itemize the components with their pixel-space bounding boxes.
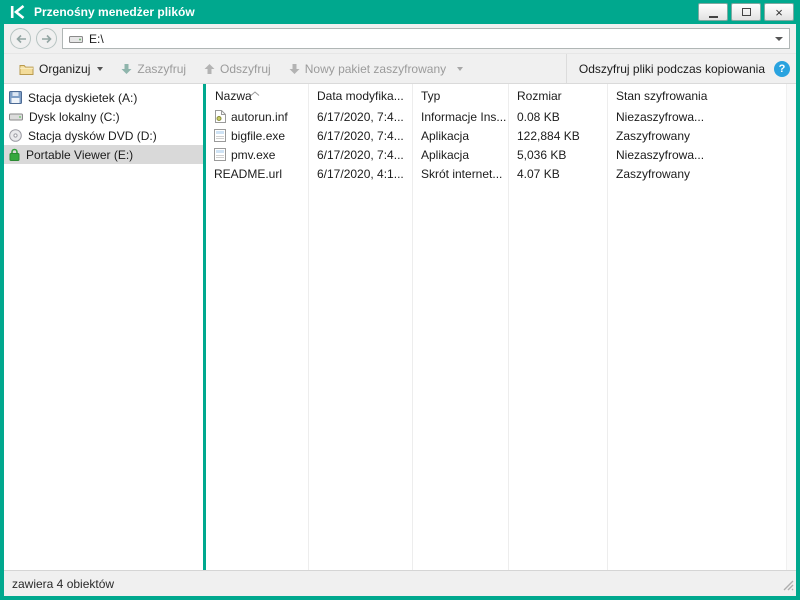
file-encryption-status: Zaszyfrowany bbox=[607, 167, 796, 181]
table-row[interactable]: pmv.exe 6/17/2020, 7:4... Aplikacja 5,03… bbox=[206, 145, 796, 164]
sidebar-item-label: Dysk lokalny (C:) bbox=[29, 110, 120, 124]
arrow-left-icon bbox=[15, 34, 27, 44]
package-arrow-down-icon bbox=[289, 63, 300, 75]
file-modified: 6/17/2020, 7:4... bbox=[308, 110, 412, 124]
exe-file-icon bbox=[214, 129, 226, 142]
encrypt-arrow-down-icon bbox=[121, 63, 132, 75]
file-name: pmv.exe bbox=[231, 148, 275, 162]
file-list-panel: Nazwa Data modyfika... Typ Rozmiar Stan … bbox=[206, 84, 796, 570]
sidebar-item-portable-viewer-e[interactable]: Portable Viewer (E:) bbox=[4, 145, 203, 164]
sidebar-item-label: Portable Viewer (E:) bbox=[26, 148, 133, 162]
green-lock-icon bbox=[9, 148, 20, 161]
file-size: 0.08 KB bbox=[508, 110, 607, 124]
sidebar-item-label: Stacja dysków DVD (D:) bbox=[28, 129, 157, 143]
file-modified: 6/17/2020, 7:4... bbox=[308, 129, 412, 143]
title-bar[interactable]: Przenośny menedżer plików × bbox=[4, 0, 796, 24]
file-encryption-status: Niezaszyfrowa... bbox=[607, 110, 796, 124]
close-icon: × bbox=[775, 6, 783, 19]
folder-icon bbox=[19, 63, 34, 75]
new-package-label: Nowy pakiet zaszyfrowany bbox=[305, 62, 446, 76]
chevron-down-icon bbox=[97, 67, 103, 71]
floppy-icon bbox=[9, 91, 22, 104]
sidebar-item-local-disk-c[interactable]: Dysk lokalny (C:) bbox=[4, 107, 203, 126]
file-name: README.url bbox=[214, 167, 282, 181]
back-button[interactable] bbox=[10, 28, 31, 49]
drive-icon bbox=[69, 33, 83, 44]
navigation-bar: E:\ bbox=[4, 24, 796, 54]
table-row[interactable]: bigfile.exe 6/17/2020, 7:4... Aplikacja … bbox=[206, 126, 796, 145]
table-row[interactable]: README.url 6/17/2020, 4:1... Skrót inter… bbox=[206, 164, 796, 183]
window-title: Przenośny menedżer plików bbox=[34, 5, 195, 19]
close-button[interactable]: × bbox=[764, 3, 794, 21]
file-size: 4.07 KB bbox=[508, 167, 607, 181]
file-name: bigfile.exe bbox=[231, 129, 285, 143]
file-modified: 6/17/2020, 7:4... bbox=[308, 148, 412, 162]
file-rows: autorun.inf 6/17/2020, 7:4... Informacje… bbox=[206, 107, 796, 183]
decrypt-arrow-up-icon bbox=[204, 63, 215, 75]
address-text: E:\ bbox=[89, 32, 104, 46]
kaspersky-logo-icon bbox=[10, 5, 26, 19]
dvd-drive-icon bbox=[9, 129, 22, 142]
sidebar-item-floppy-a[interactable]: Stacja dyskietek (A:) bbox=[4, 88, 203, 107]
forward-button[interactable] bbox=[36, 28, 57, 49]
help-icon[interactable]: ? bbox=[774, 61, 790, 77]
exe-file-icon bbox=[214, 148, 226, 161]
file-size: 122,884 KB bbox=[508, 129, 607, 143]
column-header-type[interactable]: Typ bbox=[412, 89, 508, 103]
sidebar-item-dvd-d[interactable]: Stacja dysków DVD (D:) bbox=[4, 126, 203, 145]
column-header-size[interactable]: Rozmiar bbox=[508, 89, 607, 103]
file-type: Aplikacja bbox=[412, 148, 508, 162]
toolbar-right-group: Odszyfruj pliki podczas kopiowania ? bbox=[566, 54, 790, 83]
address-bar[interactable]: E:\ bbox=[62, 28, 790, 49]
hard-disk-icon bbox=[9, 111, 23, 123]
maximize-icon bbox=[742, 8, 751, 16]
address-dropdown-icon[interactable] bbox=[775, 37, 783, 41]
decrypt-button[interactable]: Odszyfruj bbox=[195, 58, 280, 80]
file-encryption-status: Niezaszyfrowa... bbox=[607, 148, 796, 162]
column-header-encryption[interactable]: Stan szyfrowania bbox=[607, 89, 796, 103]
file-size: 5,036 KB bbox=[508, 148, 607, 162]
decrypt-label: Odszyfruj bbox=[220, 62, 271, 76]
resize-grip[interactable] bbox=[782, 579, 794, 594]
inf-file-icon bbox=[214, 110, 226, 123]
encrypt-button[interactable]: Zaszyfruj bbox=[112, 58, 195, 80]
file-type: Skrót internet... bbox=[412, 167, 508, 181]
window-controls: × bbox=[698, 3, 794, 21]
organize-button[interactable]: Organizuj bbox=[10, 58, 112, 80]
table-row[interactable]: autorun.inf 6/17/2020, 7:4... Informacje… bbox=[206, 107, 796, 126]
drive-list: Stacja dyskietek (A:) Dysk lokalny (C:) … bbox=[4, 84, 203, 570]
file-name: autorun.inf bbox=[231, 110, 288, 124]
maximize-button[interactable] bbox=[731, 3, 761, 21]
status-text: zawiera 4 obiektów bbox=[12, 577, 114, 591]
file-modified: 6/17/2020, 4:1... bbox=[308, 167, 412, 181]
minimize-icon bbox=[709, 16, 718, 18]
new-encrypted-package-button[interactable]: Nowy pakiet zaszyfrowany bbox=[280, 58, 472, 80]
column-header-modified[interactable]: Data modyfika... bbox=[308, 89, 412, 103]
toolbar: Organizuj Zaszyfruj Odszyfruj Nowy pak bbox=[4, 54, 796, 84]
portable-file-manager-window: Przenośny menedżer plików × E:\ bbox=[0, 0, 800, 600]
sidebar-item-label: Stacja dyskietek (A:) bbox=[28, 91, 137, 105]
decrypt-on-copy-button[interactable]: Odszyfruj pliki podczas kopiowania bbox=[579, 62, 765, 76]
column-header-name[interactable]: Nazwa bbox=[206, 89, 308, 103]
status-bar: zawiera 4 obiektów bbox=[4, 570, 796, 596]
minimize-button[interactable] bbox=[698, 3, 728, 21]
file-encryption-status: Zaszyfrowany bbox=[607, 129, 796, 143]
file-type: Informacje Ins... bbox=[412, 110, 508, 124]
main-content: Stacja dyskietek (A:) Dysk lokalny (C:) … bbox=[4, 84, 796, 570]
arrow-right-icon bbox=[41, 34, 53, 44]
organize-label: Organizuj bbox=[39, 62, 90, 76]
file-type: Aplikacja bbox=[412, 129, 508, 143]
file-list-header: Nazwa Data modyfika... Typ Rozmiar Stan … bbox=[206, 84, 796, 107]
encrypt-label: Zaszyfruj bbox=[137, 62, 186, 76]
chevron-down-icon[interactable] bbox=[457, 67, 463, 71]
